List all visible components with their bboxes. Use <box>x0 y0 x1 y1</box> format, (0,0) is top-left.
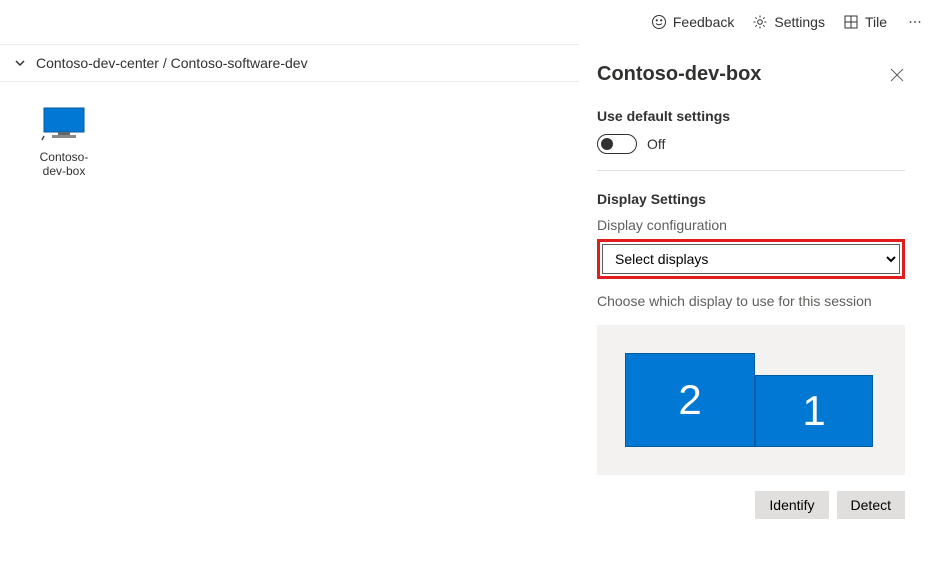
tile-label: Tile <box>865 14 887 30</box>
chevron-down-icon <box>14 57 26 69</box>
devbox-tile[interactable]: Contoso-dev-box <box>28 106 100 179</box>
display-tile-2[interactable]: 2 <box>625 353 755 447</box>
top-toolbar: Feedback Settings Tile <box>0 0 935 44</box>
display-config-select[interactable]: Select displays <box>602 244 900 274</box>
display-config-label: Display configuration <box>597 217 905 233</box>
tiles-area: Contoso-dev-box <box>0 82 579 203</box>
divider <box>597 170 905 171</box>
identify-button[interactable]: Identify <box>755 491 828 519</box>
breadcrumb-text: Contoso-dev-center / Contoso-software-de… <box>36 55 308 71</box>
panel-title: Contoso-dev-box <box>597 63 761 86</box>
tile-button[interactable]: Tile <box>843 14 887 30</box>
panel-header: Contoso-dev-box <box>597 63 905 86</box>
feedback-label: Feedback <box>673 14 734 30</box>
smile-icon <box>651 14 667 30</box>
settings-label: Settings <box>774 14 825 30</box>
display-helper-text: Choose which display to use for this ses… <box>597 293 905 309</box>
default-settings-heading: Use default settings <box>597 108 905 124</box>
close-button[interactable] <box>889 67 905 83</box>
settings-panel: Contoso-dev-box Use default settings Off… <box>579 44 935 566</box>
more-button[interactable] <box>905 20 925 24</box>
settings-button[interactable]: Settings <box>752 14 825 30</box>
main-area: Contoso-dev-center / Contoso-software-de… <box>0 44 935 566</box>
monitor-icon <box>40 106 88 142</box>
toggle-knob <box>601 138 613 150</box>
breadcrumb-bar[interactable]: Contoso-dev-center / Contoso-software-de… <box>0 44 579 82</box>
gear-icon <box>752 14 768 30</box>
toggle-state-label: Off <box>647 136 665 152</box>
default-settings-toggle[interactable] <box>597 134 637 154</box>
grid-icon <box>843 14 859 30</box>
default-settings-toggle-row: Off <box>597 134 905 154</box>
display-settings-heading: Display Settings <box>597 191 905 207</box>
display-number: 1 <box>802 387 825 435</box>
display-tile-1[interactable]: 1 <box>755 375 873 447</box>
tile-label: Contoso-dev-box <box>28 150 100 179</box>
display-config-highlight: Select displays <box>597 239 905 279</box>
detect-button[interactable]: Detect <box>837 491 905 519</box>
feedback-button[interactable]: Feedback <box>651 14 734 30</box>
display-number: 2 <box>678 376 701 424</box>
display-actions: Identify Detect <box>597 491 905 519</box>
display-preview: 2 1 <box>597 325 905 475</box>
left-pane: Contoso-dev-center / Contoso-software-de… <box>0 44 579 566</box>
